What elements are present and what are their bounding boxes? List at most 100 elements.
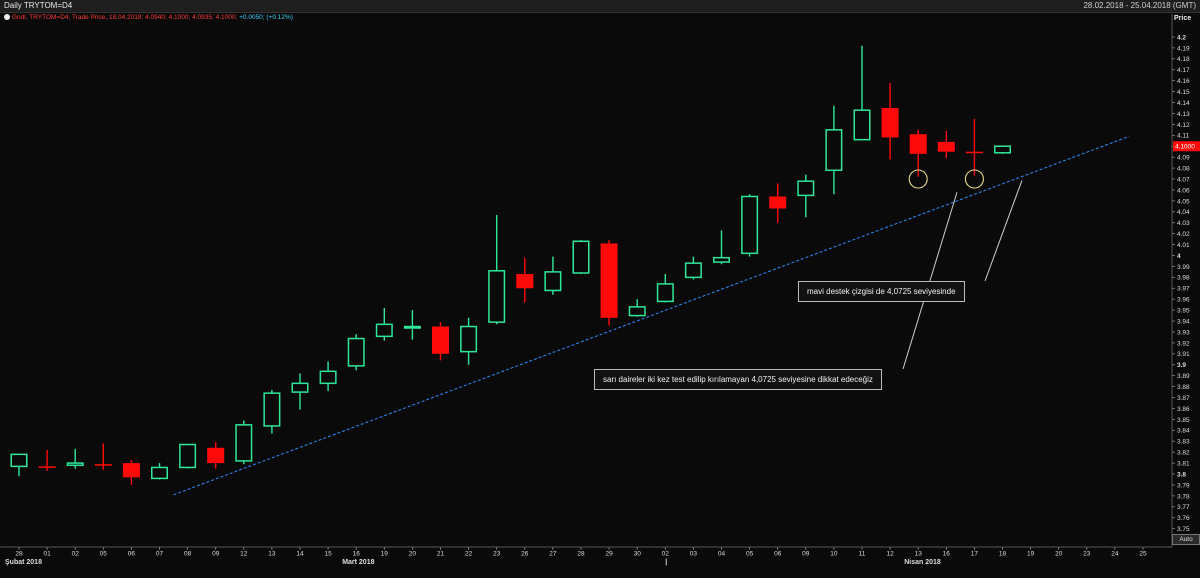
y-tick-label: 3.81 xyxy=(1177,460,1190,467)
y-tick-label: 3.8 xyxy=(1177,471,1186,478)
annotation-pointer-1 xyxy=(984,180,1023,282)
candle-body-down xyxy=(516,274,534,289)
x-tick-label: 24 xyxy=(1111,551,1119,558)
support-trendline xyxy=(173,135,1130,496)
y-tick-label: 3.75 xyxy=(1177,526,1190,533)
y-tick-label: 4.04 xyxy=(1177,209,1190,216)
x-tick-label: 12 xyxy=(240,551,248,558)
candle-body-up xyxy=(375,323,393,338)
y-tick-label: 3.76 xyxy=(1177,515,1190,522)
y-tick-label: 3.82 xyxy=(1177,450,1190,457)
y-tick-label: 3.89 xyxy=(1177,373,1190,380)
candle-body-up xyxy=(797,180,815,197)
y-tick-label: 3.97 xyxy=(1177,286,1190,293)
x-tick-label: 23 xyxy=(493,551,501,558)
candle-body-up xyxy=(713,256,730,263)
candle-body-up xyxy=(10,453,28,468)
annotation-support-note: mavi destek çizgisi de 4,0725 seviyesind… xyxy=(798,281,965,302)
y-tick-label: 3.78 xyxy=(1177,493,1190,500)
x-tick-label: 17 xyxy=(971,551,979,558)
candle-body-up xyxy=(403,325,421,329)
candle-body-up xyxy=(544,271,562,292)
candle-body-down xyxy=(600,243,618,318)
y-tick-label: 4.19 xyxy=(1177,45,1190,52)
auto-scale-button[interactable]: Auto xyxy=(1172,534,1200,545)
candle-body-up xyxy=(263,392,281,427)
y-tick-label: 3.96 xyxy=(1177,297,1190,304)
y-tick-label: 4.18 xyxy=(1177,56,1190,63)
candle-body-down xyxy=(432,326,449,354)
candle-body-down xyxy=(122,463,140,478)
x-tick-label: 10 xyxy=(830,551,838,558)
month-separator: | xyxy=(665,559,667,566)
y-tick-label: 4.05 xyxy=(1177,198,1190,205)
candle-body-up xyxy=(656,283,674,303)
x-tick-label: 21 xyxy=(437,551,445,558)
candle-body-up xyxy=(825,129,843,172)
x-tick-label: 18 xyxy=(999,551,1007,558)
candle-body-down xyxy=(769,196,787,209)
x-tick-label: 07 xyxy=(156,551,164,558)
y-axis-title: Price xyxy=(1174,15,1191,22)
x-tick-label: 02 xyxy=(662,551,670,558)
y-tick-label: 3.98 xyxy=(1177,275,1190,282)
y-tick-label: 4 xyxy=(1177,253,1181,260)
y-tick-label: 3.83 xyxy=(1177,439,1190,446)
month-label: Şubat 2018 xyxy=(5,559,42,566)
y-tick-label: 3.87 xyxy=(1177,395,1190,402)
y-tick-label: 4.12 xyxy=(1177,122,1190,129)
y-tick-label: 4.07 xyxy=(1177,176,1190,183)
y-tick-label: 3.79 xyxy=(1177,482,1190,489)
y-tick-label: 4.03 xyxy=(1177,220,1190,227)
x-tick-label: 06 xyxy=(128,551,136,558)
price-chart[interactable]: Price 4.2 4.19 4.18 4.17 4.16 4.15 4.14 4.13 4.12… xyxy=(0,0,1200,578)
y-tick-label: 4.09 xyxy=(1177,155,1190,162)
candle-body-up xyxy=(460,325,478,353)
x-tick-label: 23 xyxy=(1083,551,1091,558)
annotation-circle-note: sarı daireler iki kez test edilip kırıla… xyxy=(594,369,882,390)
x-tick-label: 27 xyxy=(549,551,557,558)
x-tick-label: 12 xyxy=(886,551,894,558)
y-tick-label: 4.02 xyxy=(1177,231,1190,238)
candle-body-up xyxy=(151,466,168,480)
candle-body-up xyxy=(853,109,871,141)
month-label: Nisan 2018 xyxy=(904,559,941,566)
x-tick-label: 16 xyxy=(943,551,951,558)
y-tick-label: 4.08 xyxy=(1177,165,1190,172)
candle-body-up xyxy=(235,424,253,462)
y-tick-label: 4.17 xyxy=(1177,67,1190,74)
candle-body-up xyxy=(684,262,702,279)
candle-body-down xyxy=(94,464,112,466)
x-tick-label: 20 xyxy=(1055,551,1063,558)
price-tag: 4.1000 xyxy=(1175,144,1195,151)
x-tick-label: 05 xyxy=(100,551,108,558)
x-tick-label: 25 xyxy=(1139,551,1147,558)
candle-body-down xyxy=(881,107,899,138)
x-tick-label: 04 xyxy=(718,551,726,558)
y-tick-label: 4.06 xyxy=(1177,187,1190,194)
y-tick-label: 4.15 xyxy=(1177,89,1190,96)
candle-body-down xyxy=(207,447,225,464)
y-tick-label: 4.16 xyxy=(1177,78,1190,85)
candle-body-down xyxy=(909,134,927,154)
x-tick-label: 08 xyxy=(184,551,192,558)
x-tick-label: 22 xyxy=(465,551,473,558)
y-tick-label: 3.94 xyxy=(1177,318,1190,325)
candle-body-up xyxy=(488,270,506,323)
x-tick-label: 16 xyxy=(353,551,361,558)
y-tick-label: 3.95 xyxy=(1177,308,1190,315)
x-tick-label: 13 xyxy=(268,551,276,558)
y-tick-label: 3.84 xyxy=(1177,428,1190,435)
x-tick-label: 09 xyxy=(802,551,810,558)
candle-body-up xyxy=(347,337,365,367)
x-tick-label: 15 xyxy=(324,551,332,558)
candle-body-up xyxy=(994,145,1011,154)
candle-body-up xyxy=(628,306,646,317)
candle-body-up xyxy=(319,370,337,385)
candle-body-down xyxy=(937,141,955,152)
candle-body-up xyxy=(572,240,590,274)
y-tick-label: 4.11 xyxy=(1177,133,1190,140)
y-tick-label: 3.85 xyxy=(1177,417,1190,424)
y-tick-label: 3.77 xyxy=(1177,504,1190,511)
x-tick-label: 29 xyxy=(605,551,613,558)
